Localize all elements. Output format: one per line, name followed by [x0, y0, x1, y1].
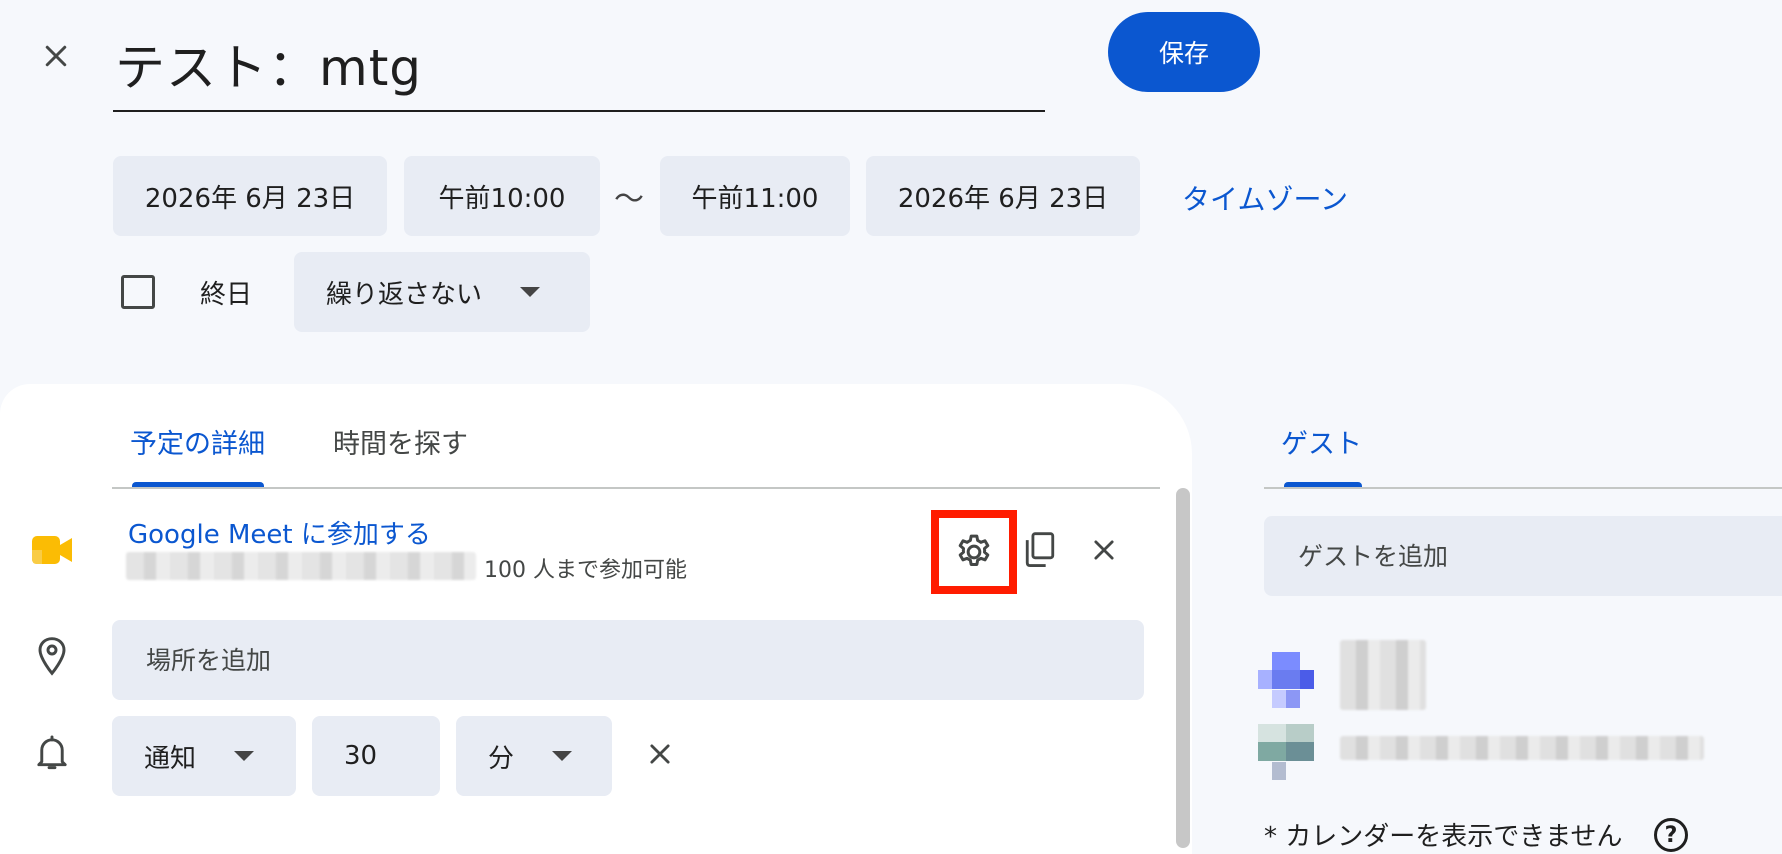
avatar: [1258, 652, 1314, 708]
meet-capacity-text: 100 人まで参加可能: [484, 558, 687, 583]
tab-event-details[interactable]: 予定の詳細: [130, 422, 265, 461]
help-icon[interactable]: ?: [1654, 818, 1688, 852]
repeat-dropdown[interactable]: 繰り返さない: [294, 252, 590, 332]
end-time-picker[interactable]: 午前11:00: [660, 156, 850, 236]
details-scrollbar[interactable]: [1176, 488, 1190, 848]
close-icon: [1094, 540, 1114, 560]
gear-icon: [958, 534, 990, 566]
meet-settings-button[interactable]: [931, 510, 1017, 594]
google-meet-icon: [32, 536, 72, 568]
close-icon: [650, 744, 670, 764]
guest-name-redacted: [1340, 640, 1426, 710]
tab-guests[interactable]: ゲスト: [1281, 422, 1362, 461]
notification-amount-input[interactable]: 30: [312, 716, 440, 796]
avatar: [1258, 724, 1314, 780]
timezone-link[interactable]: タイムゾーン: [1182, 178, 1348, 218]
chevron-down-icon: [520, 287, 541, 297]
notification-unit-dropdown[interactable]: 分: [456, 716, 612, 796]
calendar-unavailable-note: * カレンダーを表示できません: [1264, 822, 1623, 852]
end-date-picker[interactable]: 2026年 6月 23日: [866, 156, 1140, 236]
event-title: テスト：mtg: [115, 39, 423, 97]
notification-type-value: 通知: [144, 743, 197, 774]
notification-type-dropdown[interactable]: 通知: [112, 716, 296, 796]
tabs-divider: [112, 487, 1160, 489]
chevron-down-icon: [552, 751, 573, 761]
copy-meet-link-button[interactable]: [1020, 528, 1060, 572]
remove-meet-button[interactable]: [1086, 530, 1122, 570]
add-guest-input[interactable]: [1264, 516, 1782, 596]
time-range-separator: 〜: [614, 182, 644, 217]
location-pin-icon: [36, 636, 68, 680]
bell-icon: [34, 734, 70, 776]
guest-email-redacted: [1340, 736, 1704, 760]
join-google-meet-link[interactable]: Google Meet に参加する: [128, 514, 431, 551]
guests-divider: [1264, 487, 1782, 489]
tab-find-time[interactable]: 時間を探す: [333, 422, 468, 461]
meet-id-redacted: [126, 552, 476, 580]
all-day-label: 終日: [200, 280, 253, 310]
copy-icon: [1025, 532, 1055, 567]
event-title-field[interactable]: テスト：mtg: [113, 20, 1045, 112]
start-date-picker[interactable]: 2026年 6月 23日: [113, 156, 387, 236]
close-editor-button[interactable]: [36, 36, 76, 76]
remove-notification-button[interactable]: [642, 734, 678, 774]
location-input[interactable]: [112, 620, 1144, 700]
repeat-value: 繰り返さない: [326, 279, 483, 310]
start-time-picker[interactable]: 午前10:00: [404, 156, 600, 236]
chevron-down-icon: [234, 751, 255, 761]
save-button[interactable]: 保存: [1108, 12, 1260, 92]
notification-unit-value: 分: [488, 743, 515, 774]
all-day-checkbox[interactable]: [121, 275, 155, 309]
close-icon: [45, 45, 67, 67]
